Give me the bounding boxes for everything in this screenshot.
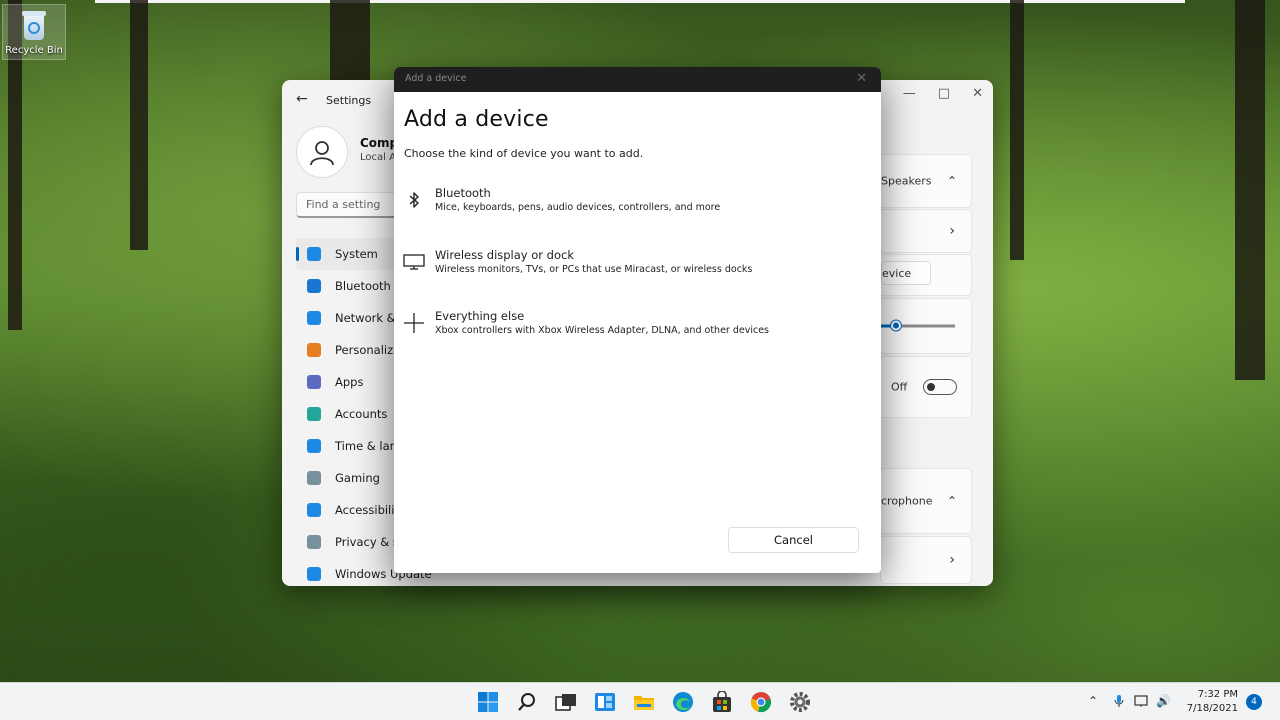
monitor-icon bbox=[402, 250, 426, 274]
person-icon bbox=[307, 407, 321, 421]
option-wireless-display[interactable]: Wireless display or dock Wireless monito… bbox=[394, 248, 881, 294]
chevron-right-icon[interactable]: › bbox=[949, 223, 955, 239]
tree-trunk bbox=[330, 0, 370, 80]
recycle-bin[interactable]: Recycle Bin bbox=[2, 4, 66, 60]
option-bluetooth[interactable]: Bluetooth Mice, keyboards, pens, audio d… bbox=[394, 186, 881, 232]
sidebar-item-label: Gaming bbox=[335, 471, 380, 485]
sidebar-item-label: Accounts bbox=[335, 407, 388, 421]
option-name: Everything else bbox=[435, 309, 525, 323]
chevron-up-icon[interactable]: ⌃ bbox=[947, 174, 957, 188]
avatar[interactable] bbox=[296, 126, 348, 178]
sidebar-item-label: Personaliza bbox=[335, 343, 401, 357]
clock-date: 7/18/2021 bbox=[1186, 703, 1238, 714]
account-type: Local A bbox=[360, 152, 396, 163]
input-device-card[interactable]: › bbox=[880, 536, 972, 584]
store-icon[interactable] bbox=[708, 689, 736, 715]
clock-globe-icon bbox=[307, 439, 321, 453]
toggle-switch[interactable] bbox=[923, 379, 957, 395]
add-device-dialog: Add a device ✕ Add a device Choose the k… bbox=[394, 67, 881, 573]
output-device-card[interactable]: › bbox=[880, 209, 972, 253]
recycle-bin-icon bbox=[21, 11, 47, 41]
dialog-subtitle: Choose the kind of device you want to ad… bbox=[404, 147, 644, 160]
taskbar-apps bbox=[474, 689, 814, 715]
brush-icon bbox=[307, 343, 321, 357]
widgets-icon[interactable] bbox=[591, 689, 619, 715]
microphone-icon[interactable] bbox=[1114, 694, 1124, 711]
clock[interactable]: 7:32 PM 7/18/2021 bbox=[1187, 688, 1238, 716]
sidebar-item-label: Privacy & s bbox=[335, 535, 399, 549]
sidebar-item-label: Network & bbox=[335, 311, 396, 325]
file-explorer-icon[interactable] bbox=[630, 689, 658, 715]
recycle-bin-label: Recycle Bin bbox=[5, 45, 63, 56]
sidebar-item-label: Time & lan bbox=[335, 439, 397, 453]
window-controls: — □ ✕ bbox=[903, 86, 983, 101]
dialog-heading: Add a device bbox=[404, 107, 549, 132]
system-tray: ⌃ 🔊 7:32 PM 7/18/2021 4 bbox=[1080, 683, 1280, 720]
wifi-icon bbox=[307, 311, 321, 325]
edge-icon[interactable] bbox=[669, 689, 697, 715]
apps-icon bbox=[307, 375, 321, 389]
dialog-titlebar-text: Add a device bbox=[405, 73, 467, 84]
tree-trunk bbox=[1235, 0, 1265, 380]
chrome-icon[interactable] bbox=[747, 689, 775, 715]
update-icon bbox=[307, 567, 321, 581]
close-icon[interactable]: ✕ bbox=[972, 86, 983, 101]
chevron-up-icon[interactable]: ⌃ bbox=[1088, 694, 1098, 708]
task-view-icon[interactable] bbox=[552, 689, 580, 715]
add-device-button[interactable]: evice bbox=[881, 261, 931, 285]
plus-icon bbox=[402, 311, 426, 335]
microphone-card[interactable]: crophone ⌃ bbox=[880, 468, 972, 534]
option-description: Mice, keyboards, pens, audio devices, co… bbox=[435, 202, 721, 213]
shield-icon bbox=[307, 535, 321, 549]
chevron-right-icon[interactable]: › bbox=[949, 552, 955, 568]
mono-audio-card: Off bbox=[880, 356, 972, 418]
network-icon[interactable] bbox=[1134, 694, 1150, 711]
close-icon[interactable]: ✕ bbox=[856, 71, 867, 86]
accessibility-icon bbox=[307, 503, 321, 517]
search-icon[interactable] bbox=[513, 689, 541, 715]
clock-time: 7:32 PM bbox=[1197, 689, 1238, 700]
settings-title: Settings bbox=[326, 94, 372, 107]
microphone-label: crophone bbox=[881, 494, 933, 508]
volume-knob[interactable] bbox=[890, 320, 901, 331]
monitor-icon bbox=[307, 247, 321, 261]
dialog-titlebar: Add a device ✕ bbox=[394, 67, 881, 92]
notification-badge[interactable]: 4 bbox=[1246, 694, 1262, 710]
minimize-icon[interactable]: — bbox=[903, 86, 916, 101]
volume-card bbox=[880, 298, 972, 354]
bluetooth-icon bbox=[402, 188, 426, 212]
gamepad-icon bbox=[307, 471, 321, 485]
toggle-label: Off bbox=[891, 380, 908, 394]
maximize-icon[interactable]: □ bbox=[938, 86, 950, 101]
account-name: Comp bbox=[360, 136, 399, 150]
bluetooth-icon bbox=[307, 279, 321, 293]
person-icon bbox=[310, 141, 334, 166]
option-everything-else[interactable]: Everything else Xbox controllers with Xb… bbox=[394, 309, 881, 355]
volume-slider[interactable] bbox=[881, 320, 955, 331]
speakers-label: Speakers bbox=[881, 174, 932, 188]
chevron-up-icon[interactable]: ⌃ bbox=[947, 494, 957, 508]
tree-trunk bbox=[130, 0, 148, 250]
back-arrow-icon[interactable]: ← bbox=[296, 91, 308, 107]
tree-trunk bbox=[1010, 0, 1024, 260]
speakers-card[interactable]: Speakers ⌃ bbox=[880, 154, 972, 208]
volume-icon[interactable]: 🔊 bbox=[1156, 694, 1171, 708]
sidebar-item-label: Apps bbox=[335, 375, 364, 389]
sidebar-item-label: Bluetooth bbox=[335, 279, 391, 293]
start-icon[interactable] bbox=[474, 689, 502, 715]
option-name: Wireless display or dock bbox=[435, 248, 574, 262]
option-description: Xbox controllers with Xbox Wireless Adap… bbox=[435, 325, 769, 336]
cancel-button[interactable]: Cancel bbox=[728, 527, 859, 553]
option-description: Wireless monitors, TVs, or PCs that use … bbox=[435, 264, 753, 275]
taskbar: ⌃ 🔊 7:32 PM 7/18/2021 4 bbox=[0, 682, 1280, 720]
sidebar-item-label: System bbox=[335, 247, 378, 261]
sidebar-item-label: Accessibili bbox=[335, 503, 395, 517]
add-device-card: evice bbox=[880, 254, 972, 296]
settings-gear-icon[interactable] bbox=[786, 689, 814, 715]
option-name: Bluetooth bbox=[435, 186, 491, 200]
